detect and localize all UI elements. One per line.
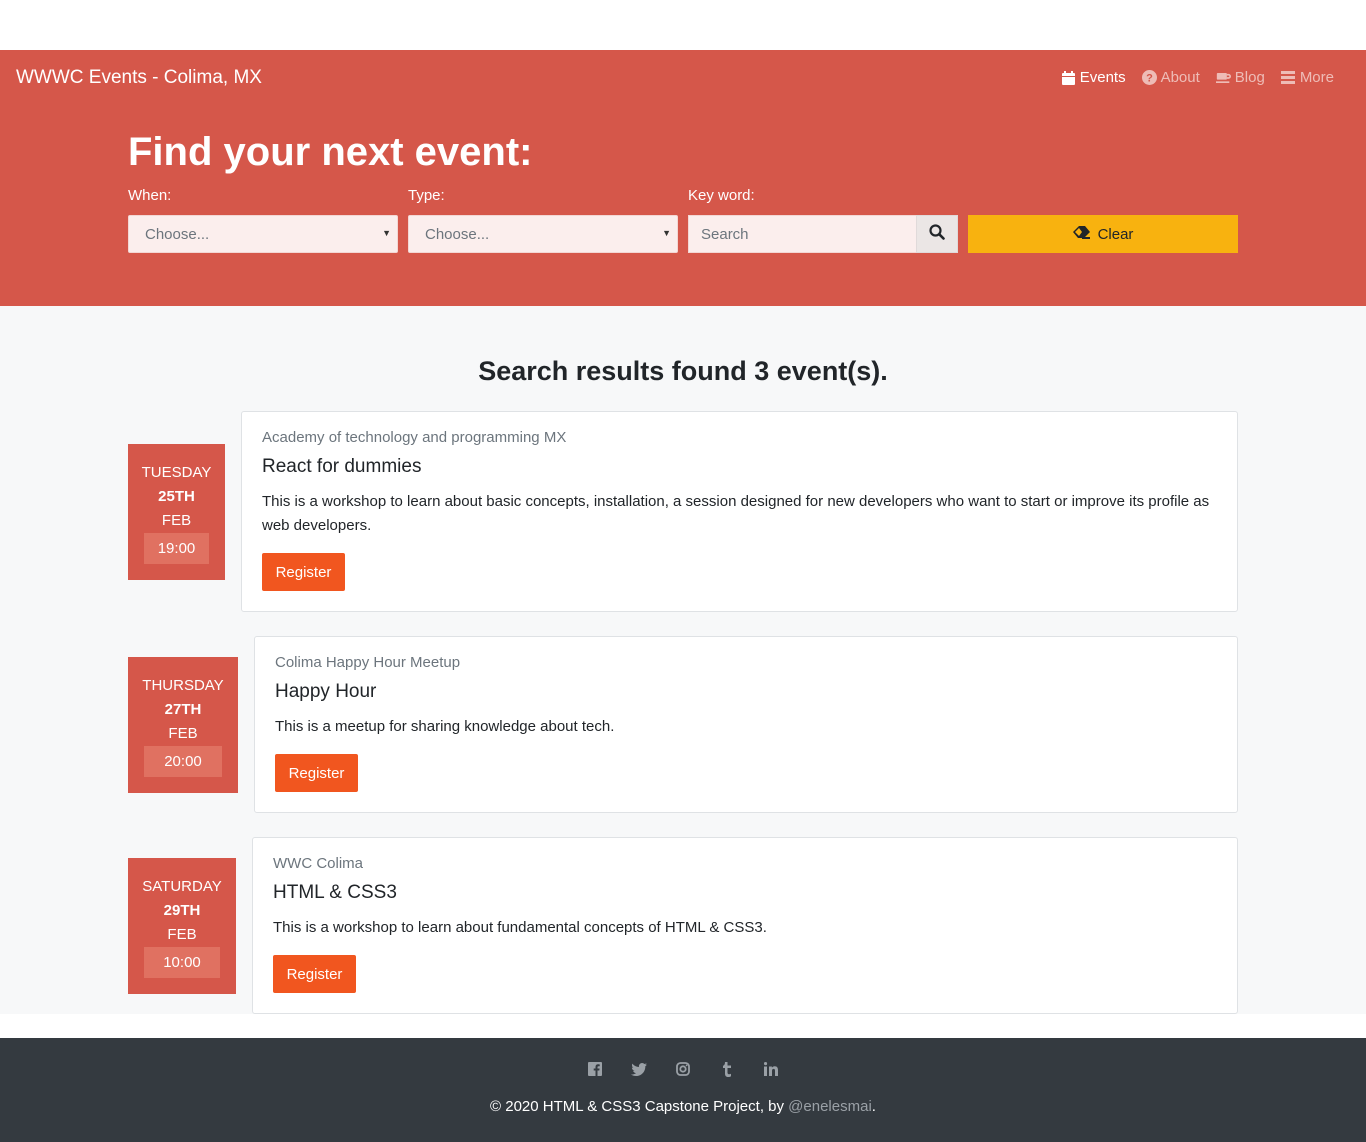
keyword-search-group: [688, 215, 958, 253]
register-button[interactable]: Register: [273, 955, 356, 993]
nav-label-blog: Blog: [1234, 69, 1265, 86]
hero-title: Find your next event:: [128, 130, 533, 174]
event-title: React for dummies: [262, 456, 422, 477]
clear-button-label: Clear: [1097, 225, 1134, 243]
type-select-value: Choose...: [425, 226, 490, 243]
event-card: Colima Happy Hour Meetup Happy Hour This…: [254, 636, 1238, 813]
event-time: 20:00: [144, 746, 222, 777]
search-hero: Find your next event: When: Choose... ▼ …: [0, 108, 1366, 306]
keyword-label: Key word:: [688, 187, 755, 204]
event-description: This is a workshop to learn about fundam…: [273, 919, 767, 936]
results-section: Search results found 3 event(s). TUESDAY…: [0, 306, 1366, 1014]
event-card: WWC Colima HTML & CSS3 This is a worksho…: [252, 837, 1238, 1014]
event-title: HTML & CSS3: [273, 882, 397, 903]
nav-menu: Events ? About Blog More: [1061, 69, 1334, 86]
linkedin-icon[interactable]: [763, 1061, 779, 1077]
event-month: FEB: [167, 926, 197, 943]
social-links: [0, 1061, 1366, 1077]
footer: © 2020 HTML & CSS3 Capstone Project, by …: [0, 1038, 1366, 1142]
copyright-text: © 2020 HTML & CSS3 Capstone Project, by …: [0, 1098, 1366, 1115]
event-description: This is a meetup for sharing knowledge a…: [275, 718, 615, 735]
calendar-icon: [1061, 70, 1076, 85]
search-icon: [929, 223, 945, 245]
nav-label-events: Events: [1079, 69, 1126, 86]
nav-label-about: About: [1160, 69, 1200, 86]
chevron-down-icon: ▼: [662, 228, 671, 238]
results-title: Search results found 3 event(s).: [478, 356, 888, 386]
event-month: FEB: [161, 512, 192, 529]
event-weekday: SATURDAY: [142, 878, 222, 895]
author-link[interactable]: @enelesmai: [788, 1098, 872, 1115]
copyright-label: © 2020 HTML & CSS3 Capstone Project, by: [490, 1098, 789, 1115]
event-time: 10:00: [144, 947, 220, 978]
nav-item-events[interactable]: Events: [1061, 69, 1126, 86]
event-weekday: TUESDAY: [141, 464, 212, 481]
keyword-search-input[interactable]: [688, 215, 916, 253]
coffee-icon: [1215, 70, 1231, 85]
navbar: WWWC Events - Colima, MX Events ? About …: [0, 50, 1366, 108]
when-label: When:: [128, 187, 172, 204]
event-month: FEB: [168, 725, 198, 742]
register-button[interactable]: Register: [275, 754, 358, 792]
chevron-down-icon: ▼: [382, 228, 391, 238]
menu-icon: [1281, 70, 1296, 85]
event-organizer: Academy of technology and programming MX: [262, 429, 567, 446]
nav-label-more: More: [1299, 69, 1334, 86]
top-strip: [0, 0, 1366, 50]
copyright-period: .: [871, 1098, 876, 1115]
search-button[interactable]: [916, 215, 958, 253]
clear-button[interactable]: Clear: [968, 215, 1238, 253]
event-description: This is a workshop to learn about basic …: [262, 493, 1210, 534]
event-date-badge: SATURDAY 29TH FEB 10:00: [128, 858, 236, 994]
twitter-icon[interactable]: [631, 1061, 647, 1077]
facebook-icon[interactable]: [587, 1061, 603, 1077]
event-day: 25TH: [158, 488, 195, 505]
question-circle-icon: ?: [1141, 70, 1157, 85]
when-select[interactable]: Choose... ▼: [128, 215, 398, 253]
nav-item-more[interactable]: More: [1281, 69, 1334, 86]
when-select-value: Choose...: [145, 226, 210, 243]
nav-item-about[interactable]: ? About: [1141, 69, 1200, 86]
event-date-badge: TUESDAY 25TH FEB 19:00: [128, 444, 225, 580]
type-select[interactable]: Choose... ▼: [408, 215, 678, 253]
event-date-badge: THURSDAY 27TH FEB 20:00: [128, 657, 238, 793]
svg-text:?: ?: [1146, 73, 1153, 85]
event-organizer: Colima Happy Hour Meetup: [275, 654, 461, 671]
event-weekday: THURSDAY: [142, 677, 224, 694]
event-time: 19:00: [144, 533, 209, 564]
event-card: Academy of technology and programming MX…: [241, 411, 1238, 612]
event-day: 29TH: [163, 902, 201, 919]
tumblr-icon[interactable]: [719, 1061, 735, 1077]
brand-link[interactable]: WWWC Events - Colima, MX: [16, 67, 262, 89]
instagram-icon[interactable]: [675, 1061, 691, 1077]
register-button[interactable]: Register: [262, 553, 345, 591]
eraser-icon: [1072, 225, 1090, 243]
nav-item-blog[interactable]: Blog: [1215, 69, 1265, 86]
event-title: Happy Hour: [275, 681, 377, 702]
event-organizer: WWC Colima: [273, 855, 363, 872]
type-label: Type:: [408, 187, 445, 204]
event-day: 27TH: [164, 701, 202, 718]
